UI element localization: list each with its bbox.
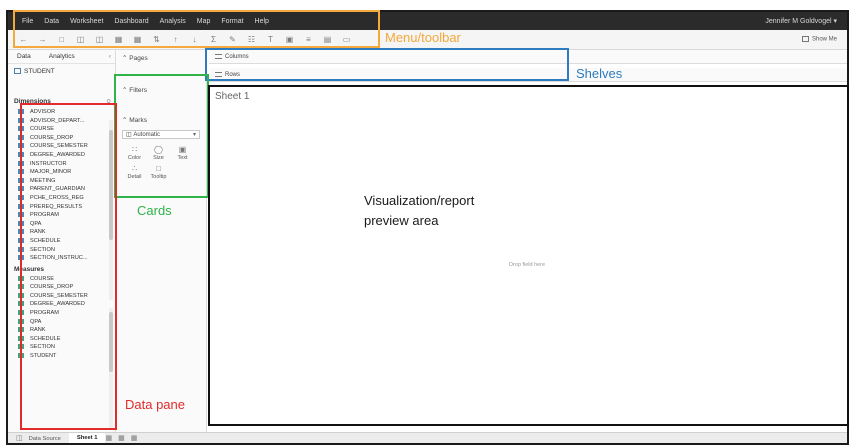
cards-annotation: Cards <box>137 203 172 218</box>
pages-card[interactable]: ⌃ Pages <box>116 50 206 66</box>
shelves-highlight <box>205 48 569 81</box>
datasource-item[interactable]: STUDENT <box>8 64 115 79</box>
pane-tabs: Data Analytics ‹ <box>8 50 115 64</box>
tab-data-source[interactable]: ◫ Data Source <box>8 434 69 442</box>
new-dashboard-icon[interactable]: ▦ <box>118 434 125 442</box>
menu-toolbar-annotation: Menu/toolbar <box>385 30 461 45</box>
data-source-label: Data Source <box>28 436 61 442</box>
pages-label: Pages <box>129 55 148 62</box>
shelves-annotation: Shelves <box>576 66 623 81</box>
sheet-tab-bar: ◫ Data Source Sheet 1 ▦ ▦ ▦ <box>8 432 847 443</box>
database-icon: ◫ <box>16 435 23 442</box>
viz-area-highlight <box>208 85 849 426</box>
menu-toolbar-highlight <box>13 10 380 48</box>
show-me-button[interactable]: Show Me <box>801 36 837 43</box>
viz-area-annotation: Visualization/report preview area <box>364 191 504 231</box>
data-pane-highlight <box>20 103 117 430</box>
new-story-icon[interactable]: ▦ <box>131 434 138 442</box>
show-me-label: Show Me <box>811 36 837 43</box>
collapse-pane-icon[interactable]: ‹ <box>100 53 115 60</box>
tab-sheet-1[interactable]: Sheet 1 <box>68 432 106 443</box>
database-icon <box>14 68 21 75</box>
tab-analytics[interactable]: Analytics <box>40 53 84 60</box>
show-me-icon <box>801 36 809 42</box>
cards-highlight <box>114 74 209 198</box>
viz-annotation-line-2: preview area <box>364 213 439 228</box>
user-menu[interactable]: Jennifer M Goldvogel ▾ <box>765 17 837 25</box>
new-worksheet-icon[interactable]: ▦ <box>105 434 112 442</box>
viz-annotation-line-1: Visualization/report <box>364 193 475 208</box>
collapse-icon: ⌃ <box>122 55 128 62</box>
data-pane-annotation: Data pane <box>125 397 185 412</box>
tab-data[interactable]: Data <box>8 53 40 60</box>
datasource-label: STUDENT <box>24 68 55 75</box>
